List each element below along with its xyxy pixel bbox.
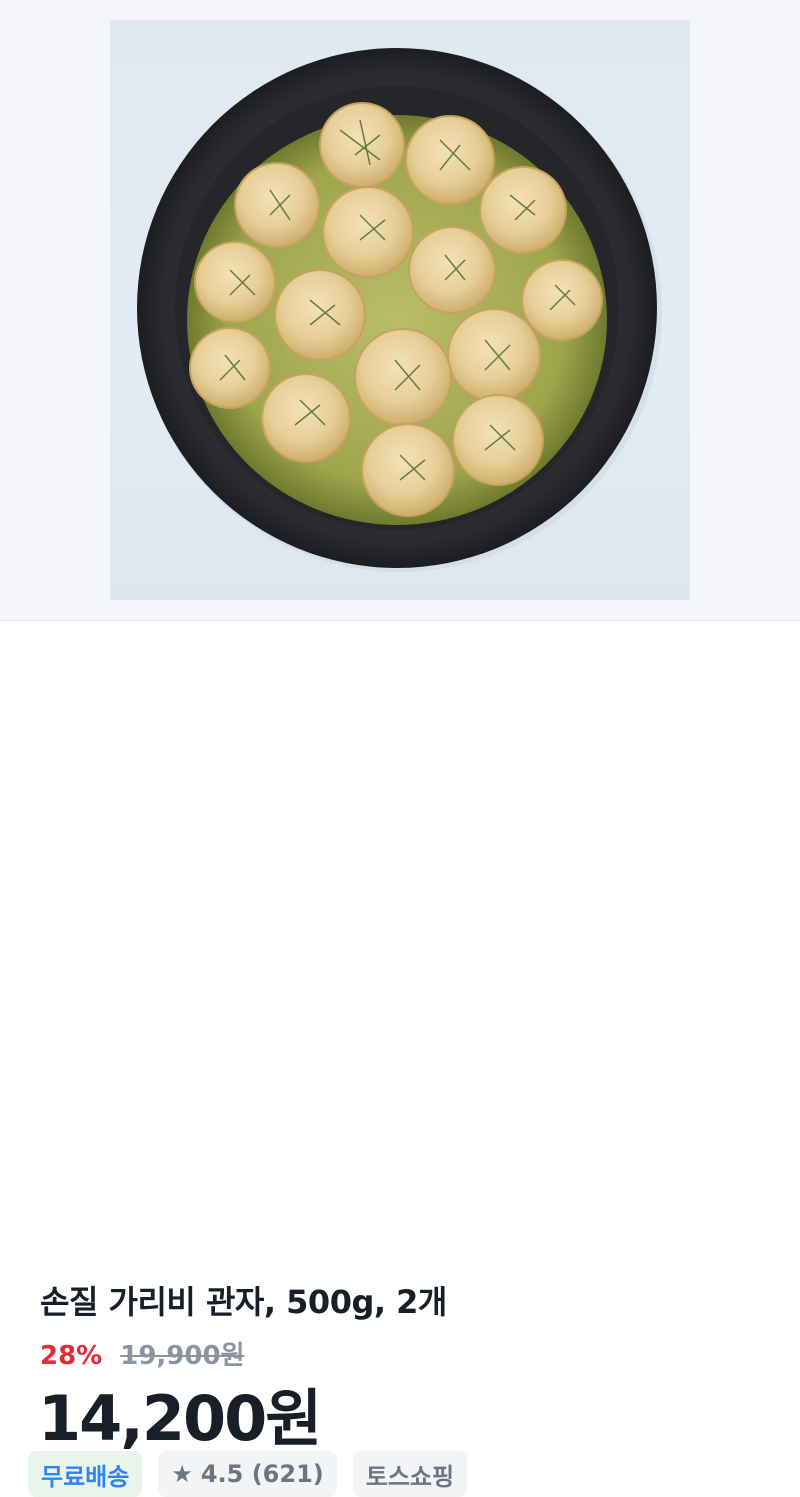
free-shipping-badge: 무료배송 <box>28 1451 143 1497</box>
rating-badge[interactable]: ★ 4.5 (621) <box>158 1451 337 1497</box>
product-photo[interactable] <box>110 20 690 600</box>
discount-row: 28% 19,900원 <box>40 1335 245 1372</box>
discount-rate: 28% <box>40 1341 103 1371</box>
scallop-dish-illustration <box>137 48 662 572</box>
product-image-area <box>0 0 800 621</box>
store-label: 토스쇼핑 <box>365 1462 455 1491</box>
tag-list: 무료배송 ★ 4.5 (621) 토스쇼핑 <box>28 1451 468 1497</box>
free-shipping-label: 무료배송 <box>41 1462 130 1491</box>
product-info: 손질 가리비 관자, 500g, 2개 28% 19,900원 14,200원 … <box>0 621 800 1497</box>
sale-price: 14,200원 <box>38 1382 322 1455</box>
original-price: 19,900원 <box>120 1341 245 1371</box>
star-icon: ★ <box>171 1460 193 1488</box>
store-badge[interactable]: 토스쇼핑 <box>352 1451 468 1497</box>
rating-label: 4.5 (621) <box>200 1460 324 1488</box>
product-title[interactable]: 손질 가리비 관자, 500g, 2개 <box>40 1277 447 1323</box>
